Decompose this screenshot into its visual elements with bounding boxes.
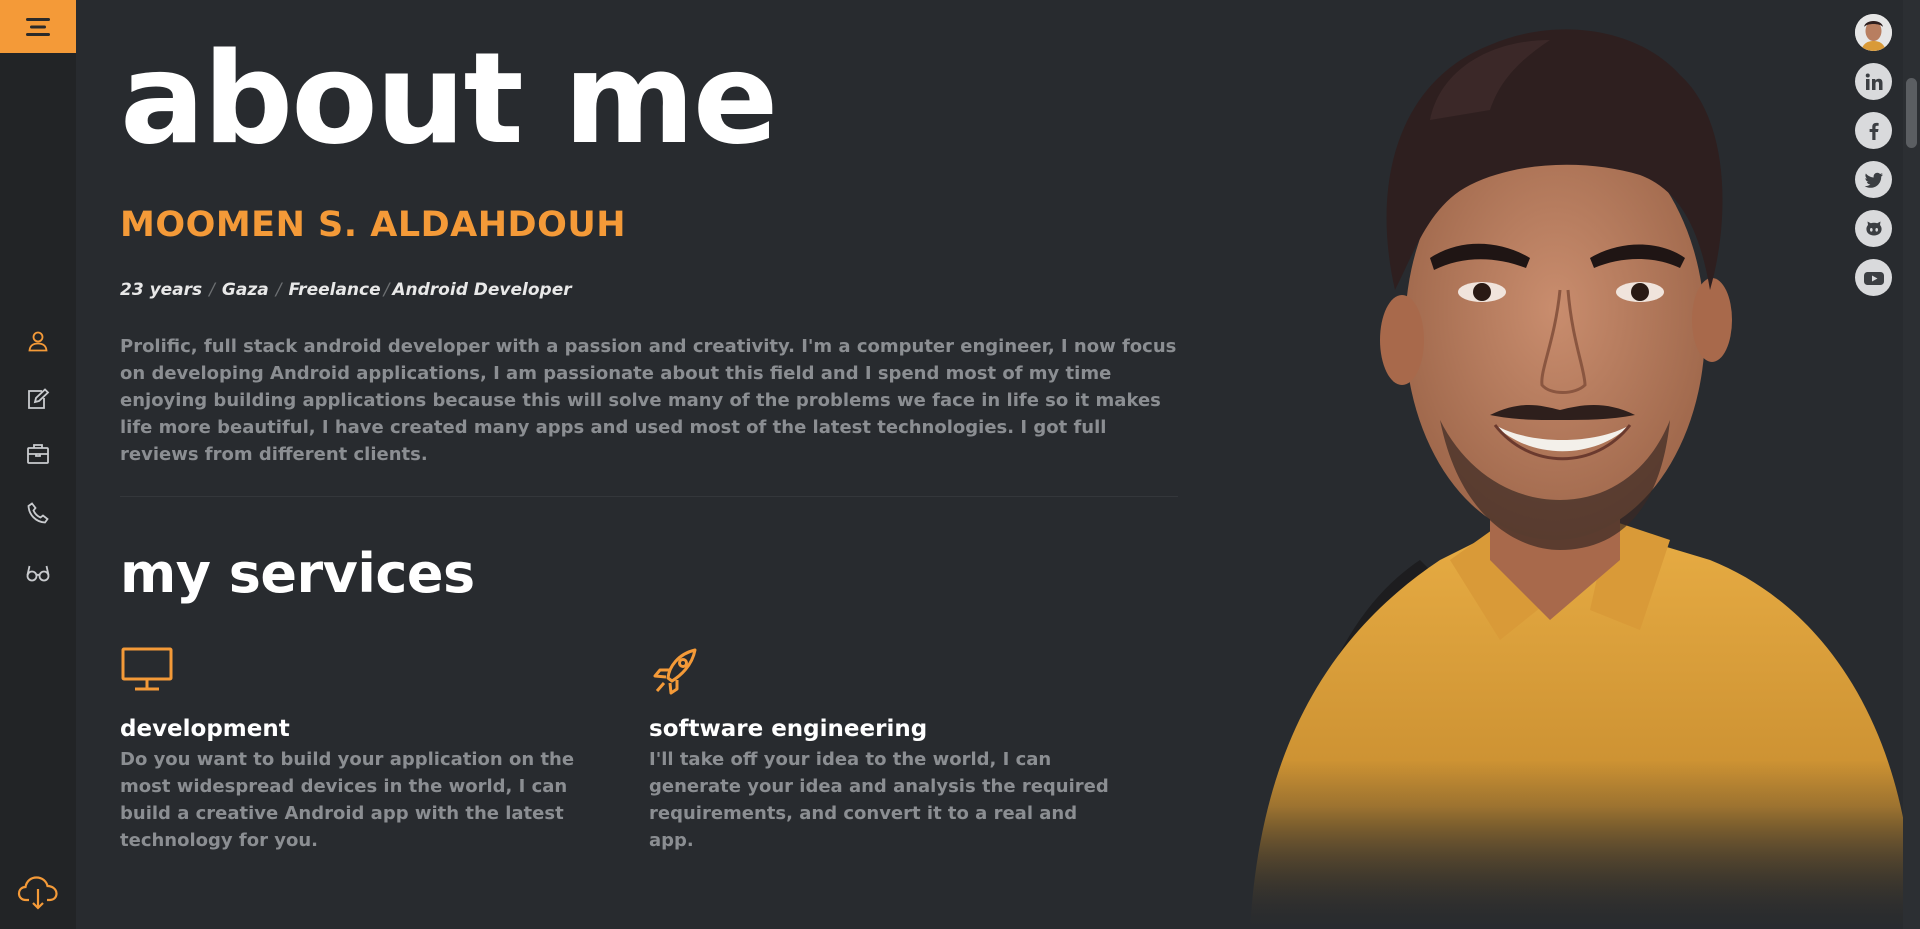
hamburger-icon	[26, 17, 50, 36]
twitter-icon	[1864, 172, 1883, 188]
nav-blog[interactable]	[0, 551, 76, 595]
separator: /	[383, 280, 390, 300]
nav-contact[interactable]	[0, 491, 76, 535]
profile-photo	[1190, 29, 1910, 929]
rocket-icon	[653, 648, 697, 695]
download-cv-button[interactable]	[0, 868, 76, 918]
linkedin-link[interactable]	[1855, 63, 1892, 100]
sidebar	[0, 0, 76, 929]
nav-portfolio[interactable]	[0, 432, 76, 476]
job-title-text: Android Developer	[392, 280, 572, 300]
twitter-link[interactable]	[1855, 161, 1892, 198]
separator: /	[209, 280, 215, 300]
youtube-link[interactable]	[1855, 259, 1892, 296]
age-text: 23 years	[120, 280, 203, 300]
nav-resume[interactable]	[0, 377, 76, 421]
service-item-software-engineering: software engineering I'll take off your …	[649, 645, 1119, 854]
facebook-link[interactable]	[1855, 112, 1892, 149]
phone-icon	[27, 502, 49, 524]
cloud-download-icon	[17, 876, 58, 910]
section-divider	[120, 496, 1178, 497]
separator: /	[275, 280, 282, 300]
service-item-development: development Do you want to build your ap…	[120, 645, 590, 854]
monitor-icon	[121, 647, 173, 691]
work-type-text: Freelance	[288, 280, 381, 300]
service-title: software engineering	[649, 716, 928, 742]
facebook-icon	[1869, 122, 1879, 140]
nav-about[interactable]	[0, 319, 76, 363]
youtube-icon	[1863, 271, 1884, 285]
service-title: development	[120, 716, 290, 742]
menu-button[interactable]	[0, 0, 76, 53]
person-name: MOOMEN S. ALDAHDOUH	[120, 205, 627, 245]
user-icon	[28, 331, 48, 352]
bio-paragraph: Prolific, full stack android developer w…	[120, 336, 1177, 465]
avatar[interactable]	[1855, 14, 1892, 51]
linkedin-icon	[1865, 73, 1882, 90]
glasses-icon	[26, 565, 50, 582]
github-link[interactable]	[1855, 210, 1892, 247]
github-icon	[1865, 221, 1882, 235]
location-text: Gaza	[221, 280, 269, 300]
edit-icon	[28, 388, 50, 409]
briefcase-icon	[27, 444, 49, 464]
personal-info: 23 years / Gaza / Freelance / Android Develope…	[120, 280, 572, 300]
services-title: my services	[120, 542, 475, 605]
page: about me MOOMEN S. ALDAHDOUH 23 years / Ga…	[0, 0, 1920, 929]
service-description: Do you want to build your application on…	[120, 749, 575, 851]
scrollbar-thumb[interactable]	[1906, 78, 1917, 148]
page-title: about me	[120, 25, 778, 172]
avatar-image	[1855, 14, 1892, 51]
scrollbar[interactable]	[1903, 0, 1920, 929]
service-description: I'll take off your idea to the world, I …	[649, 749, 1109, 851]
